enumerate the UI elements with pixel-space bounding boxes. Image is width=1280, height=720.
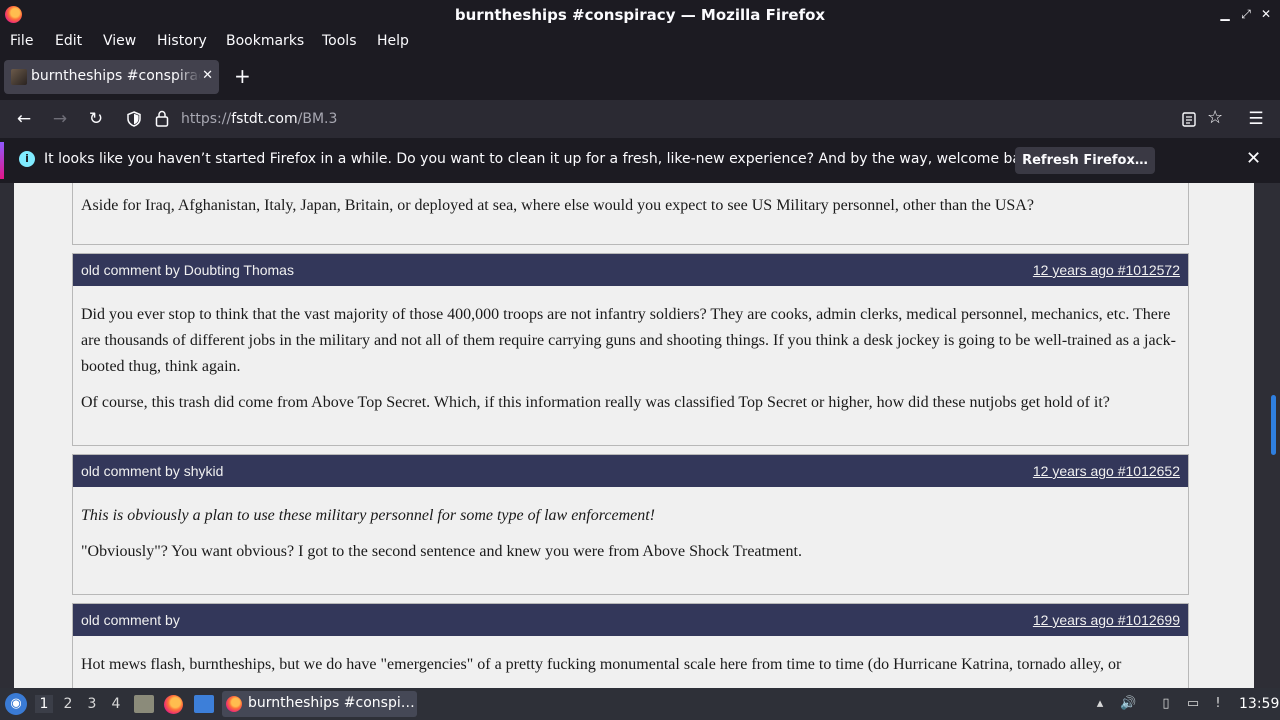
menu-bar: File Edit View History Bookmarks Tools H… <box>0 29 1280 54</box>
tab-strip: burntheships #conspiracy ✕ + <box>0 54 1280 100</box>
close-window-icon[interactable]: ✕ <box>1258 6 1274 22</box>
page-left-margin <box>0 183 14 688</box>
comment-paragraph: "Obviously"? You want obvious? I got to … <box>81 543 802 560</box>
comment-author: old comment by <box>81 612 180 628</box>
notification-accent <box>0 142 4 179</box>
info-icon: i <box>19 151 35 167</box>
firefox-launcher-icon[interactable] <box>164 695 183 714</box>
menu-edit[interactable]: Edit <box>55 33 82 49</box>
workspace-1[interactable]: 1 <box>35 695 53 713</box>
comment-author: old comment by Doubting Thomas <box>81 262 294 278</box>
tracking-protection-shield-icon[interactable] <box>126 111 142 127</box>
comment-paragraph: Aside for Iraq, Afghanistan, Italy, Japa… <box>81 197 1034 214</box>
restore-icon[interactable]: ⤢ <box>1238 6 1254 22</box>
firefox-task-icon <box>226 696 242 712</box>
workspace-3[interactable]: 3 <box>83 695 101 713</box>
tab-active[interactable]: burntheships #conspiracy ✕ <box>4 60 219 94</box>
comment-author: old comment by shykid <box>81 463 224 479</box>
reader-view-icon[interactable] <box>1182 112 1196 127</box>
menu-view[interactable]: View <box>103 33 136 49</box>
reload-icon[interactable]: ↻ <box>86 109 106 129</box>
menu-history[interactable]: History <box>157 33 207 49</box>
comment-header: old comment by shykid 12 years ago #1012… <box>73 455 1188 487</box>
minimize-icon[interactable]: ▁ <box>1217 6 1233 22</box>
scrollbar-thumb[interactable] <box>1271 395 1276 455</box>
site-favicon-icon <box>11 69 27 85</box>
comment-permalink[interactable]: 12 years ago #1012699 <box>1033 612 1180 628</box>
start-menu-icon[interactable]: ◉ <box>5 693 27 715</box>
taskbar: ◉ 1 2 3 4 burntheships #conspi… ▴ 🔊 ▯ ▭ … <box>0 688 1280 720</box>
comment-paragraph: Of course, this trash did come from Abov… <box>81 394 1110 411</box>
notification-message: It looks like you haven’t started Firefo… <box>44 151 1043 167</box>
menu-bookmarks[interactable]: Bookmarks <box>226 33 304 49</box>
display-icon[interactable]: ▭ <box>1185 696 1201 712</box>
comment-paragraph: Hot mews flash, burntheships, but we do … <box>81 656 1122 673</box>
tray-upload-icon[interactable]: ▴ <box>1092 696 1108 712</box>
comment-permalink[interactable]: 12 years ago #1012572 <box>1033 262 1180 278</box>
comment-post: old comment by 12 years ago #1012699 Hot… <box>72 603 1189 688</box>
bookmark-star-icon[interactable]: ☆ <box>1207 108 1223 128</box>
close-notification-icon[interactable]: ✕ <box>1246 148 1261 169</box>
clock: 13:59 <box>1239 696 1280 712</box>
volume-icon[interactable]: 🔊 <box>1120 696 1136 712</box>
refresh-notification-bar: i It looks like you haven’t started Fire… <box>0 138 1280 183</box>
menu-file[interactable]: File <box>10 33 33 49</box>
comment-header: old comment by 12 years ago #1012699 <box>73 604 1188 636</box>
navigation-bar: ← → ↻ https://fstdt.com/BM.3 ☆ ☰ <box>0 100 1280 138</box>
clipboard-icon[interactable]: ▯ <box>1158 696 1174 712</box>
comment-post: old comment by Doubting Thomas 12 years … <box>72 253 1189 446</box>
comment-paragraph: Did you ever stop to think that the vast… <box>81 306 1176 375</box>
page-right-margin <box>1254 183 1280 688</box>
tab-title: burntheships #conspiracy <box>31 68 201 84</box>
taskbar-firefox-task[interactable]: burntheships #conspi… <box>222 691 417 717</box>
comment-header: old comment by Doubting Thomas 12 years … <box>73 254 1188 286</box>
title-bar: burntheships #conspiracy — Mozilla Firef… <box>0 0 1280 29</box>
desktop-icon[interactable] <box>194 695 214 713</box>
comment-body: Aside for Iraq, Afghanistan, Italy, Japa… <box>73 183 1188 239</box>
workspace-2[interactable]: 2 <box>59 695 77 713</box>
comment-body: Hot mews flash, burntheships, but we do … <box>73 636 1188 688</box>
workspace-4[interactable]: 4 <box>107 695 125 713</box>
refresh-firefox-button[interactable]: Refresh Firefox… <box>1015 147 1155 174</box>
new-tab-icon[interactable]: + <box>234 66 251 86</box>
comment-quote: This is obviously a plan to use these mi… <box>81 507 655 524</box>
url-bar[interactable]: https://fstdt.com/BM.3 ☆ <box>118 104 1238 134</box>
page-content: Aside for Iraq, Afghanistan, Italy, Japa… <box>0 183 1280 688</box>
url-text[interactable]: https://fstdt.com/BM.3 <box>181 111 337 127</box>
forward-icon[interactable]: → <box>50 109 70 129</box>
comment-permalink[interactable]: 12 years ago #1012652 <box>1033 463 1180 479</box>
hamburger-menu-icon[interactable]: ☰ <box>1246 109 1266 129</box>
comment-body: This is obviously a plan to use these mi… <box>73 487 1188 585</box>
tab-close-icon[interactable]: ✕ <box>202 68 213 83</box>
comment-post: old comment by shykid 12 years ago #1012… <box>72 454 1189 595</box>
back-icon[interactable]: ← <box>14 109 34 129</box>
comment-body: Did you ever stop to think that the vast… <box>73 286 1188 436</box>
comment-post: Aside for Iraq, Afghanistan, Italy, Japa… <box>72 183 1189 245</box>
notifications-icon[interactable]: ! <box>1210 696 1226 712</box>
menu-help[interactable]: Help <box>377 33 409 49</box>
task-label: burntheships #conspi… <box>248 695 415 711</box>
window-title: burntheships #conspiracy — Mozilla Firef… <box>454 6 826 24</box>
lock-icon[interactable] <box>155 110 169 127</box>
file-manager-icon[interactable] <box>134 695 154 713</box>
menu-tools[interactable]: Tools <box>322 33 357 49</box>
